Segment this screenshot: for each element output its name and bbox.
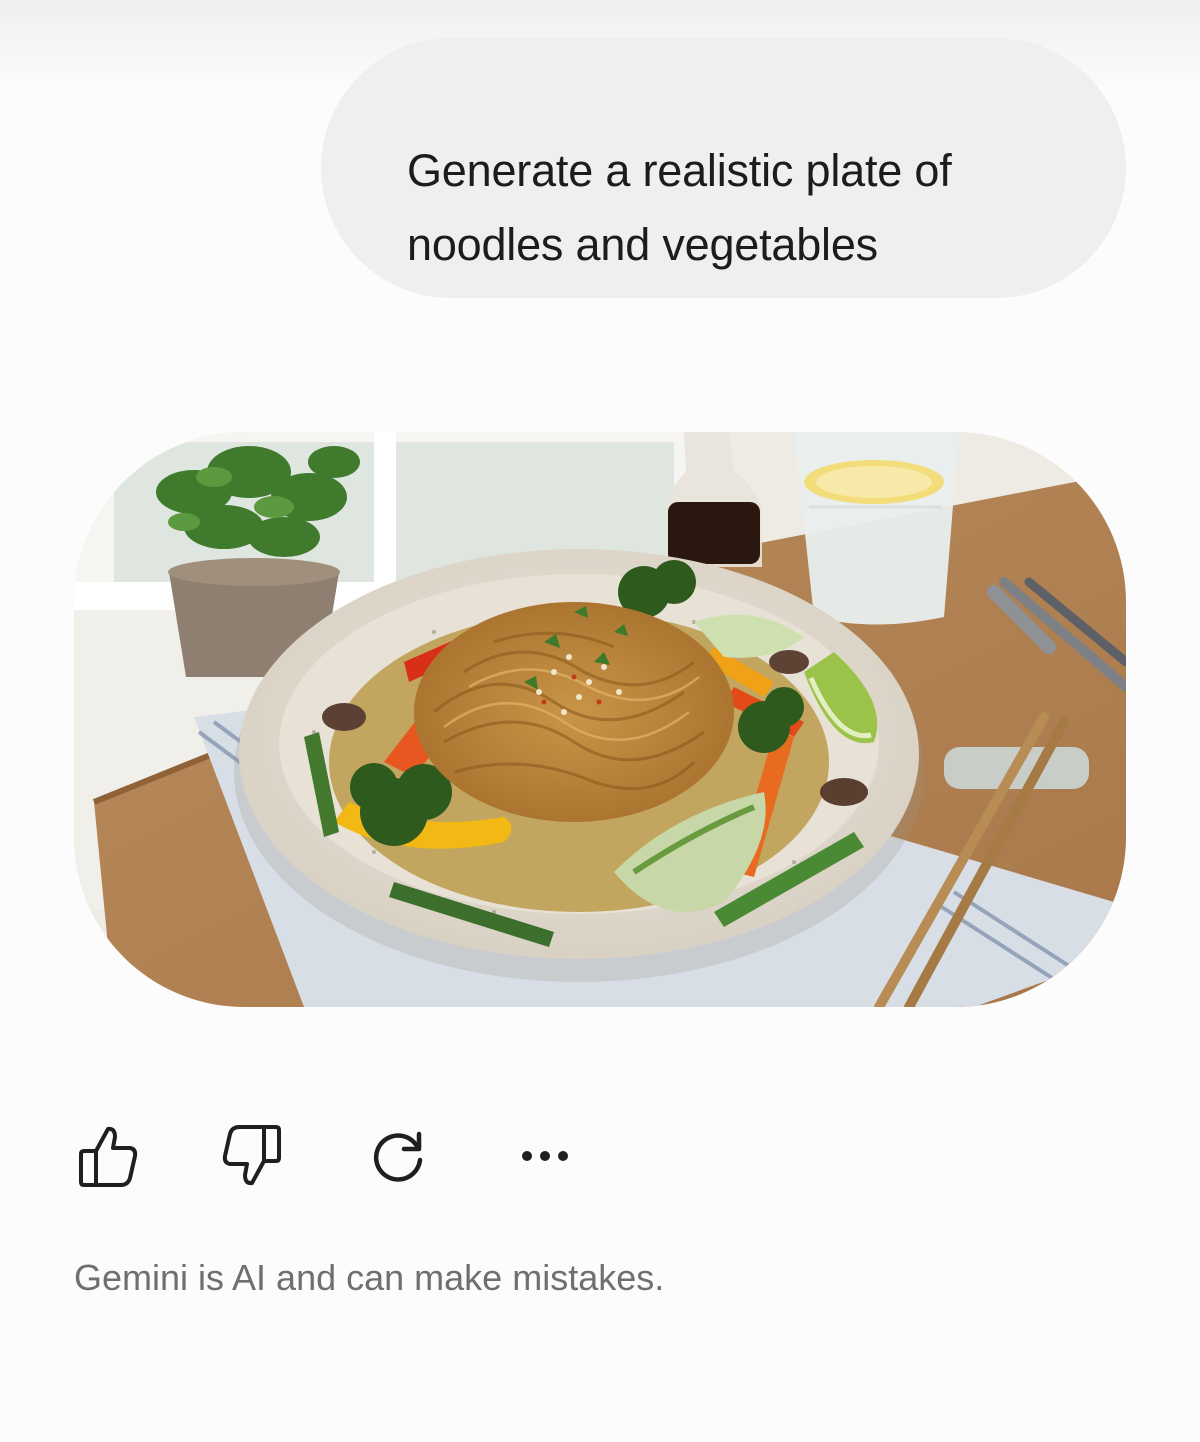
generated-image[interactable] xyxy=(74,432,1126,1007)
thumbs-up-button[interactable] xyxy=(70,1118,146,1194)
user-prompt-bubble: Generate a realistic plate of noodles an… xyxy=(321,38,1126,298)
prompt-text-line-1: Generate a realistic plate of xyxy=(407,145,952,196)
thumbs-up-icon xyxy=(78,1123,138,1189)
disclaimer-text: Gemini is AI and can make mistakes. xyxy=(74,1257,665,1298)
regenerate-button[interactable] xyxy=(360,1118,436,1194)
more-options-button[interactable] xyxy=(507,1118,583,1194)
more-horizontal-icon xyxy=(520,1149,570,1163)
prompt-text-line-2: noodles and vegetables xyxy=(407,219,878,270)
thumbs-down-button[interactable] xyxy=(214,1118,290,1194)
refresh-icon xyxy=(368,1126,428,1186)
thumbs-down-icon xyxy=(222,1123,282,1189)
